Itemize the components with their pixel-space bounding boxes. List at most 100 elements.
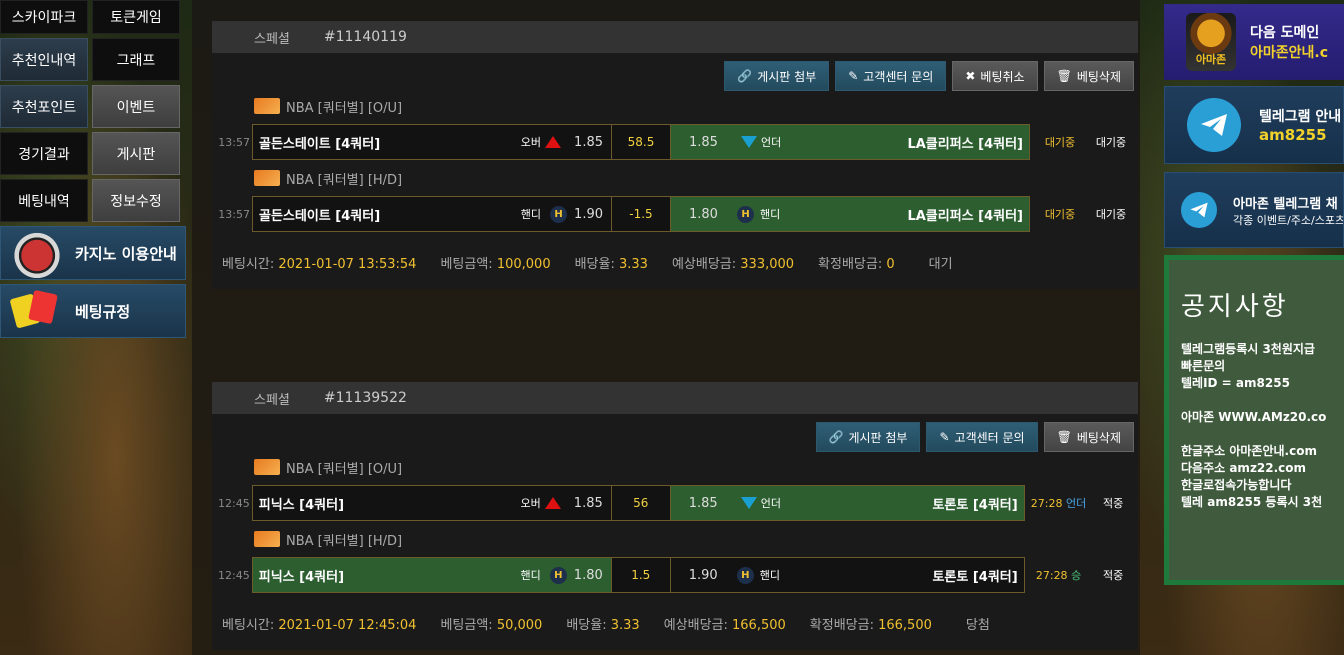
close-action-button[interactable]: ✖ 베팅취소 — [952, 61, 1038, 91]
close-icon: ✖ — [965, 69, 976, 83]
line-value: 58.5 — [611, 125, 671, 159]
away-selection: 핸디 — [760, 208, 781, 221]
notice-line — [1181, 392, 1344, 409]
away-odd: 1.90 — [688, 567, 718, 583]
away-pick[interactable]: 1.85 언더 토론토 [4쿼터] — [670, 486, 1024, 520]
pencil-icon: ✎ — [848, 69, 859, 83]
menu-item-0[interactable]: 스카이파크 — [0, 0, 88, 34]
expected-payout-field: 예상배당금: 166,500 — [663, 617, 786, 633]
away-pick[interactable]: 1.90 H 핸디 토론토 [4쿼터] — [671, 558, 1024, 592]
bet-card-header: 스페셜 #11140119 — [212, 21, 1138, 53]
menu-item-8[interactable]: 베팅내역 — [0, 179, 88, 222]
pencil-icon: ✎ — [939, 430, 950, 444]
home-pick[interactable]: 피닉스 [4쿼터] 핸디 H 1.80 — [252, 558, 611, 592]
home-odd: 1.90 — [574, 206, 603, 222]
away-pick[interactable]: 1.80 H 핸디 LA클리퍼스 [4쿼터] — [671, 197, 1029, 231]
home-team: 피닉스 [4쿼터] — [258, 497, 345, 513]
telegram-banner[interactable]: 텔레그램 안내 am8255 — [1164, 86, 1344, 164]
under-arrow-icon — [740, 497, 757, 509]
menu-item-1[interactable]: 토큰게임 — [92, 0, 180, 34]
link-action-button[interactable]: 🔗 게시판 첨부 — [815, 422, 921, 452]
action-label: 베팅삭제 — [1076, 69, 1121, 84]
notice-line: 다음주소 amz22.com — [1181, 461, 1307, 475]
notice-line — [1181, 426, 1344, 443]
home-odd: 1.85 — [574, 134, 603, 150]
action-label: 베팅취소 — [980, 69, 1025, 84]
domain-banner-url: 아마존안내.c — [1250, 45, 1329, 61]
telegram-channel-title: 아마존 텔레그램 채 — [1233, 196, 1338, 212]
menu-item-6[interactable]: 경기결과 — [0, 132, 88, 175]
telegram-channel-banner[interactable]: 아마존 텔레그램 채 각종 이벤트/주소/스포츠 — [1164, 172, 1344, 248]
home-pick[interactable]: 골든스테이트 [4쿼터] 핸디 H 1.90 — [253, 197, 611, 231]
bet-summary: 베팅시간: 2021-01-07 12:45:04 베팅금액: 50,000 배… — [212, 596, 1138, 650]
domain-banner[interactable]: 아마존 다음 도메인 아마존안내.c — [1164, 4, 1344, 80]
bet-history-panel: 스페셜 #11140119 🔗 게시판 첨부 ✎ 고객센터 문의 ✖ 베팅취소 … — [192, 0, 1140, 655]
notice-line: 텔레그램등록시 3천원지급 — [1181, 342, 1315, 356]
notice-title: 공지사항 — [1181, 292, 1289, 322]
home-pick[interactable]: 골든스테이트 [4쿼터] 오버 1.85 — [253, 125, 611, 159]
away-team: LA클리퍼스 [4쿼터] — [907, 208, 1023, 224]
link-icon: 🔗 — [828, 430, 844, 444]
link-action-button[interactable]: 🔗 게시판 첨부 — [724, 61, 830, 91]
away-odd: 1.80 — [689, 206, 718, 222]
menu-item-2[interactable]: 추천인내역 — [0, 38, 88, 81]
bet-time-field: 베팅시간: 2021-01-07 12:45:04 — [222, 617, 417, 633]
notice-line: 텔레 am8255 등록시 3천 — [1181, 495, 1323, 509]
menu-item-9[interactable]: 정보수정 — [92, 179, 180, 222]
slot-machine-icon — [7, 228, 67, 278]
telegram-banner-id: am8255 — [1259, 126, 1327, 144]
notice-board: 공지사항 텔레그램등록시 3천원지급 빠른문의 텔레ID = am8255 아마존 W… — [1164, 255, 1344, 585]
away-odd: 1.85 — [688, 495, 718, 511]
betting-rules-button[interactable]: 베팅규정 — [0, 284, 186, 338]
betting-rules-label: 베팅규정 — [75, 302, 131, 321]
bet-selection-box: 골든스테이트 [4쿼터] 오버 1.85 58.5 1.85 언더 LA클리퍼스… — [252, 124, 1030, 160]
league-name: NBA [쿼터별] [O/U] — [286, 100, 403, 116]
notice-line: 텔레ID = am8255 — [1181, 376, 1290, 390]
casino-guide-button[interactable]: 카지노 이용안내 — [0, 226, 186, 280]
menu-grid: 스카이파크 토큰게임 추천인내역 그래프 추천포인트 이벤트 경기결과 게시판 베팅내역 정보수정 — [0, 0, 186, 222]
confirmed-payout: 166,500 — [878, 617, 932, 633]
bet-result-status: 적중 — [1103, 497, 1124, 510]
bet-result-status: 대기중 — [1095, 208, 1127, 221]
league-header: NBA [쿼터별] [H/D] — [212, 163, 1138, 193]
home-selection: 오버 — [520, 136, 541, 149]
pencil-action-button[interactable]: ✎ 고객센터 문의 — [926, 422, 1038, 452]
link-icon: 🔗 — [737, 69, 753, 83]
game-time: 12:45 — [218, 568, 250, 582]
bet-rate-field: 배당율: 3.33 — [566, 617, 640, 633]
home-odd: 1.85 — [573, 495, 603, 511]
action-label: 게시판 첨부 — [757, 69, 817, 84]
trash-action-button[interactable]: 🗑 베팅삭제 — [1043, 422, 1134, 452]
trash-action-button[interactable]: 🗑 베팅삭제 — [1043, 61, 1134, 91]
league-header: NBA [쿼터별] [O/U] — [212, 452, 1138, 482]
telegram-icon — [1187, 98, 1241, 152]
trash-icon: 🗑 — [1056, 69, 1072, 83]
domain-banner-title: 다음 도메인 — [1250, 25, 1320, 41]
game-result: 언더 — [1066, 497, 1087, 510]
telegram-channel-subtitle: 각종 이벤트/주소/스포츠 — [1233, 213, 1344, 227]
bet-amount-field: 베팅금액: 100,000 — [440, 256, 551, 272]
home-pick[interactable]: 피닉스 [4쿼터] 오버 1.85 — [253, 486, 611, 520]
expected-payout: 166,500 — [732, 617, 786, 633]
bet-type-label: 스페셜 — [254, 31, 290, 47]
pencil-action-button[interactable]: ✎ 고객센터 문의 — [835, 61, 947, 91]
away-pick[interactable]: 1.85 언더 LA클리퍼스 [4쿼터] — [671, 125, 1029, 159]
bet-time-field: 베팅시간: 2021-01-07 13:53:54 — [222, 256, 417, 272]
telegram-icon — [1181, 192, 1217, 228]
game-score: 27:28 언더 — [1030, 497, 1087, 510]
action-label: 게시판 첨부 — [848, 430, 908, 445]
menu-item-3[interactable]: 그래프 — [92, 38, 180, 81]
telegram-banner-title: 텔레그램 안내 — [1259, 109, 1342, 125]
action-label: 베팅삭제 — [1076, 430, 1121, 445]
away-selection: 언더 — [761, 136, 782, 149]
game-time: 13:57 — [218, 207, 250, 221]
league-header: NBA [쿼터별] [H/D] — [212, 524, 1138, 554]
bet-selection-box: 골든스테이트 [4쿼터] 핸디 H 1.90 -1.5 1.80 H 핸디 LA… — [252, 196, 1030, 232]
handicap-icon: H — [549, 566, 567, 584]
menu-item-5[interactable]: 이벤트 — [92, 85, 180, 128]
menu-item-7[interactable]: 게시판 — [92, 132, 180, 175]
menu-item-4[interactable]: 추천포인트 — [0, 85, 88, 128]
notice-line: 한글로접속가능합니다 — [1181, 478, 1292, 492]
confirmed-payout-field: 확정배당금: 166,500 — [809, 617, 932, 633]
game-status: 대기중 — [1044, 208, 1076, 221]
